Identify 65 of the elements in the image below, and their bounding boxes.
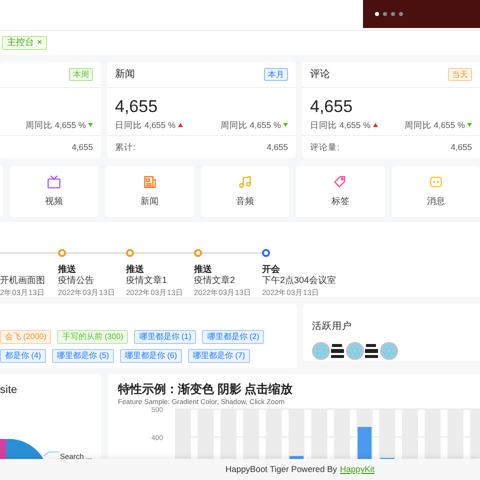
page-tab[interactable]: 主控台 × [2,36,48,50]
newspaper-icon [142,174,157,189]
timeline-content: 疫情文章2 [194,274,236,286]
timeline-content: 下午2点304会议室 [262,274,338,286]
close-icon[interactable]: × [37,36,42,50]
keyword-tag[interactable]: 会飞 (2000) [0,330,52,344]
stat-number: 4,655 [310,97,353,116]
timeline-title: 推送 [126,264,144,274]
keyword-tag[interactable]: 哪里都是你 (2) [202,330,264,344]
compare-text: 周同比 4,655 % [404,119,465,132]
shortcut-card[interactable]: 视频 [10,166,98,217]
card-title: 新闻 [115,68,135,82]
shortcut-card[interactable]: 标签 [296,166,385,217]
keyword-tag[interactable]: 哪里都是你 (1) [134,330,196,344]
tab-label: 主控台 [7,36,34,50]
timeline-title: 推送 [194,264,212,274]
timeline-title: 推送 [58,264,76,274]
card-title: 特性示例：渐变色 阴影 点击缩放 [118,381,294,397]
footer-label: 评论量: [310,140,340,154]
timeline-content: 开机画面图 [0,274,46,286]
timeline-content: 疫情公告 [58,274,95,286]
footer-label: 累计: [115,140,136,154]
shortcut-card[interactable]: 消息 [392,166,480,217]
keyword-tag[interactable]: 哪里都是你 (5) [52,349,114,363]
pie-chart-drawing [0,437,60,459]
shortcut-label: 音频 [236,194,254,208]
shortcut-label: 消息 [426,194,445,208]
footer-text: HappyBoot Tiger Powered By [225,463,337,476]
happykit-link[interactable]: HappyKit [340,463,374,476]
shortcut-label: 标签 [331,194,350,208]
keyword-tag[interactable]: 哪里都是你 (7) [188,349,250,363]
period-badge: 本周 [69,68,93,81]
avatar-image[interactable] [364,342,380,360]
keyword-tag[interactable]: 手写的从前 (300) [57,330,128,344]
down-triangle-icon [467,123,472,128]
shortcut-label: 新闻 [140,194,159,208]
footer-value: 4,655 [450,140,472,154]
music-note-icon [238,174,252,189]
timeline-title: 开会 [262,264,280,274]
compare-text: 周同比 4,655 % [220,119,281,132]
card-title: site [0,383,18,398]
tag-icon [333,174,348,189]
period-badge: 当天 [448,68,472,81]
message-icon [428,174,443,189]
card-title: 评论 [310,68,330,82]
footer-value: 4,655 [72,140,93,154]
compare-text: 日同比 4,655 % [310,119,371,132]
shortcut-card[interactable]: 音频 [200,166,290,217]
keyword-tag[interactable]: 都是你 (4) [0,349,46,363]
footer-value: 4,655 [266,140,288,154]
down-triangle-icon [283,123,288,128]
period-badge: 本月 [264,68,288,81]
card-title: 活跃用户 [312,321,352,332]
tv-icon [47,174,62,189]
keyword-tag[interactable]: 哪里都是你 (6) [120,349,182,363]
compare-text: 日同比 4,655 % [115,119,176,132]
up-triangle-icon [372,123,378,128]
up-triangle-icon [178,123,183,128]
stat-number: 4,655 [115,97,158,116]
down-triangle-icon [88,123,93,128]
compare-text: 周同比 4,655 % [25,119,86,132]
shortcut-label: 视频 [45,194,64,208]
timeline-content: 疫情文章1 [126,274,168,286]
shortcut-card[interactable]: 新闻 [105,166,194,217]
avatar-image[interactable] [330,342,346,360]
